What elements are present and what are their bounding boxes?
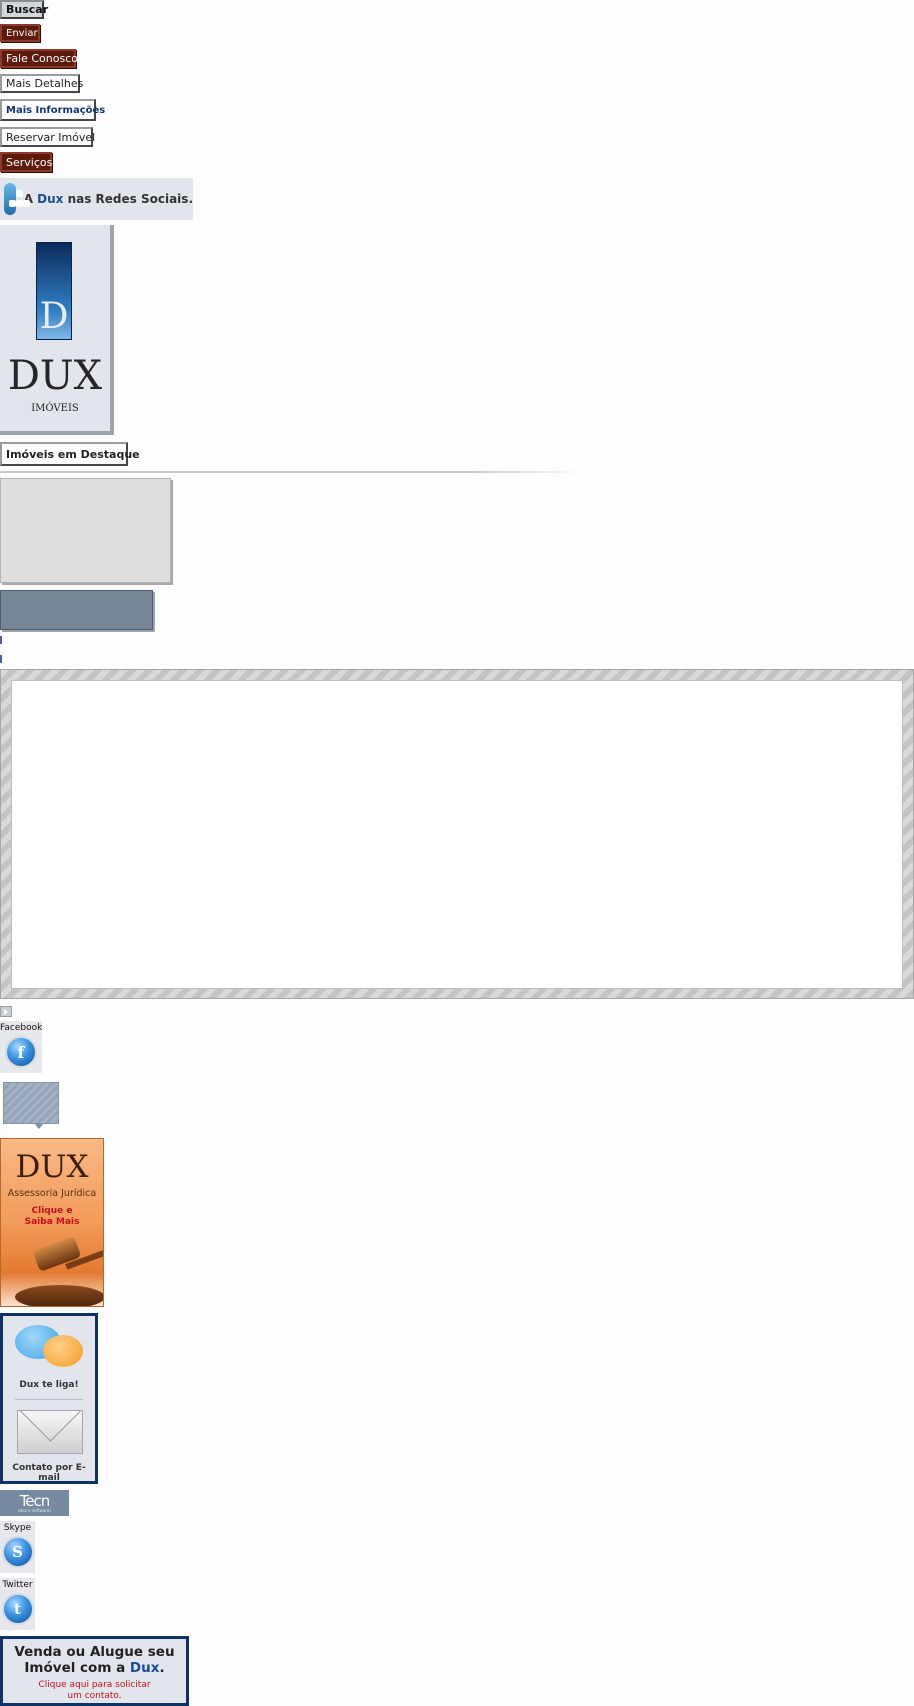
venda-line-1: Venda ou Alugue seu <box>14 1644 175 1660</box>
redes-brand: Dux <box>37 192 64 206</box>
tecn-logo-text: Tecn <box>19 1491 51 1510</box>
venda-alugue-banner[interactable]: Venda ou Alugue seu Imóvel com a Dux. Cl… <box>0 1636 189 1706</box>
dux-te-liga-label[interactable]: Dux te liga! <box>3 1380 95 1390</box>
logo-name: DUX <box>7 353 103 399</box>
redes-sociais-banner[interactable]: A Dux nas Redes Sociais. <box>0 178 193 220</box>
reservar-imovel-button[interactable]: Reservar Imóvel <box>0 127 95 147</box>
twitter-label: Twitter <box>2 1580 33 1590</box>
enviar-button[interactable]: Enviar <box>0 24 40 42</box>
content-area[interactable] <box>11 680 903 989</box>
speech-bubble-icon[interactable] <box>3 1082 61 1129</box>
chat-bubbles-icon[interactable] <box>15 1325 87 1373</box>
content-frame <box>0 669 914 999</box>
divider <box>0 471 584 473</box>
facebook-link[interactable]: Facebook f <box>0 1021 42 1073</box>
assessoria-cta-1: Clique e <box>31 1206 73 1216</box>
assessoria-cta-2: Saiba Mais <box>24 1217 80 1227</box>
venda-brand: Dux <box>129 1660 160 1676</box>
imoveis-destaque-button[interactable]: Imóveis em Destaque <box>0 442 140 466</box>
skype-link[interactable]: Skype S <box>0 1521 35 1573</box>
assessoria-name: DUX <box>15 1149 89 1185</box>
facebook-label: Facebook <box>0 1023 43 1033</box>
featured-image-placeholder[interactable] <box>0 478 171 583</box>
fale-conosco-button[interactable]: Fale Conosco <box>0 49 78 68</box>
mais-informacoes-button[interactable]: Mais Informações <box>0 99 105 121</box>
venda-cta-2: um contato. <box>67 1691 122 1701</box>
contato-email-label[interactable]: Contato por E-mail <box>3 1463 95 1483</box>
venda-line-2: Imóvel com a Dux. <box>24 1660 165 1676</box>
contact-divider <box>15 1399 83 1400</box>
marker-b <box>0 655 2 663</box>
assessoria-subtitle: Assessoria Jurídica <box>7 1188 97 1199</box>
facebook-icon: f <box>5 1036 37 1068</box>
redes-suffix: nas Redes Sociais. <box>63 192 193 206</box>
twitter-link[interactable]: Twitter t <box>0 1578 35 1630</box>
logo-sub: IMÓVEIS <box>31 403 79 414</box>
assessoria-juridica-banner[interactable]: DUX Assessoria Jurídica Clique e Saiba M… <box>0 1138 104 1307</box>
mais-detalhes-button[interactable]: Mais Detalhes <box>0 74 83 93</box>
logo-letter: D <box>39 296 69 337</box>
buscar-button[interactable]: Buscar <box>0 0 48 19</box>
dux-imoveis-logo[interactable]: D DUX IMÓVEIS <box>0 225 114 435</box>
gavel-icon <box>15 1236 103 1306</box>
envelope-icon[interactable] <box>17 1410 83 1454</box>
featured-caption-placeholder[interactable] <box>0 590 153 630</box>
twitter-icon: t <box>1 1593 34 1625</box>
tecn-logo-sub: sites e softwares <box>17 1507 52 1513</box>
logo-emblem: D <box>36 242 72 340</box>
skype-label: Skype <box>3 1523 32 1533</box>
contact-box: Dux te liga! Contato por E-mail <box>0 1313 98 1484</box>
network-icon <box>4 183 30 215</box>
play-arrow-icon[interactable] <box>0 1006 12 1017</box>
tecn-credit-logo[interactable]: Tecn sites e softwares <box>0 1490 69 1516</box>
skype-icon: S <box>1 1536 34 1568</box>
venda-cta-1: Clique aqui para solicitar <box>38 1680 151 1690</box>
servicos-button[interactable]: Serviços <box>0 152 52 172</box>
marker-a <box>0 636 2 644</box>
